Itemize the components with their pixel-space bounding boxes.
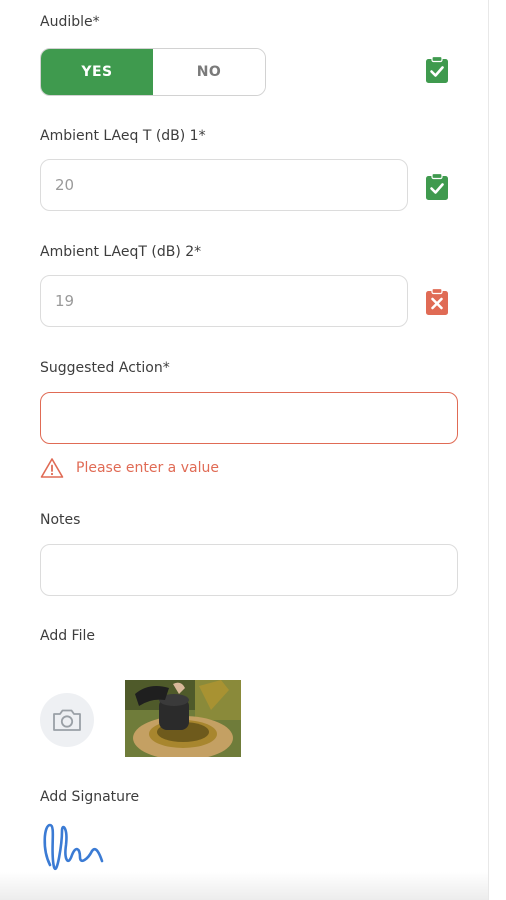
ambient2-label: Ambient LAeqT (dB) 2* <box>40 244 202 260</box>
bottom-fade <box>0 872 488 900</box>
attachment-thumbnail[interactable] <box>125 680 241 757</box>
suggested-action-input[interactable] <box>40 392 458 444</box>
clipboard-check-icon <box>426 173 448 200</box>
signature-pad[interactable] <box>40 815 110 879</box>
error-message: Please enter a value <box>76 460 219 476</box>
audible-yes-option[interactable]: YES <box>41 49 153 95</box>
audible-label: Audible* <box>40 14 100 30</box>
clipboard-x-icon <box>426 288 448 315</box>
suggested-action-label: Suggested Action* <box>40 360 170 376</box>
notes-input[interactable] <box>40 544 458 596</box>
add-photo-button[interactable] <box>40 693 94 747</box>
notes-label: Notes <box>40 512 81 528</box>
ambient1-label: Ambient LAeq T (dB) 1* <box>40 128 206 144</box>
audible-toggle[interactable]: YES NO <box>40 48 266 96</box>
suggested-action-error: Please enter a value <box>40 457 219 479</box>
warning-triangle-icon <box>40 458 64 478</box>
audible-no-option[interactable]: NO <box>153 49 265 95</box>
clipboard-check-icon <box>426 56 448 83</box>
add-file-label: Add File <box>40 628 95 644</box>
ambient1-input[interactable]: 20 <box>40 159 408 211</box>
add-signature-label: Add Signature <box>40 789 140 805</box>
ambient2-input[interactable]: 19 <box>40 275 408 327</box>
scroll-edge <box>488 0 506 900</box>
camera-icon <box>53 709 81 731</box>
